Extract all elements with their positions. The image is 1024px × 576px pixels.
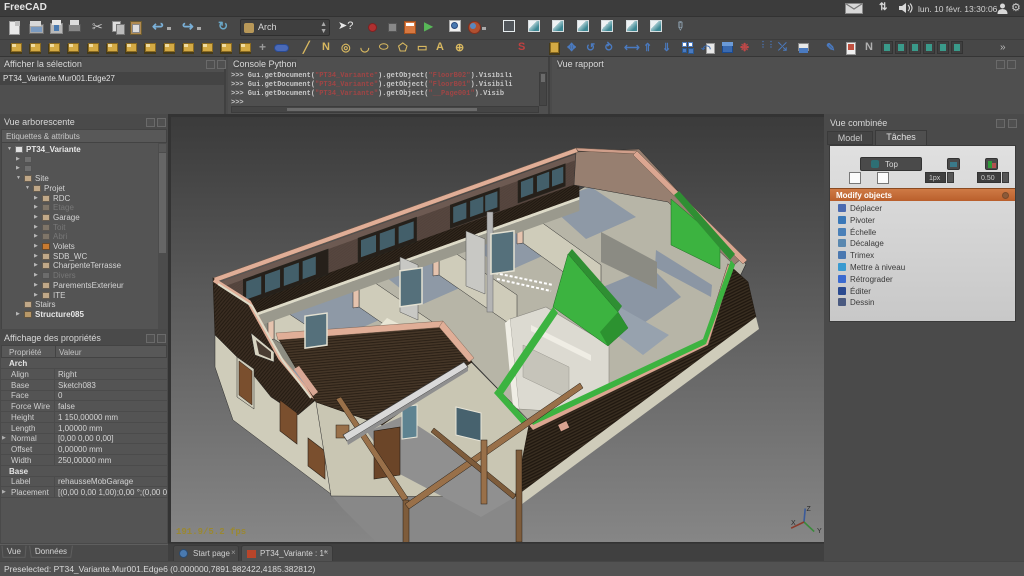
svg-text:Z: Z [807, 506, 812, 513]
svg-text:Y: Y [817, 528, 822, 535]
svg-text:191.9/5.2 fps: 191.9/5.2 fps [176, 527, 246, 537]
svg-text:X: X [791, 520, 796, 527]
